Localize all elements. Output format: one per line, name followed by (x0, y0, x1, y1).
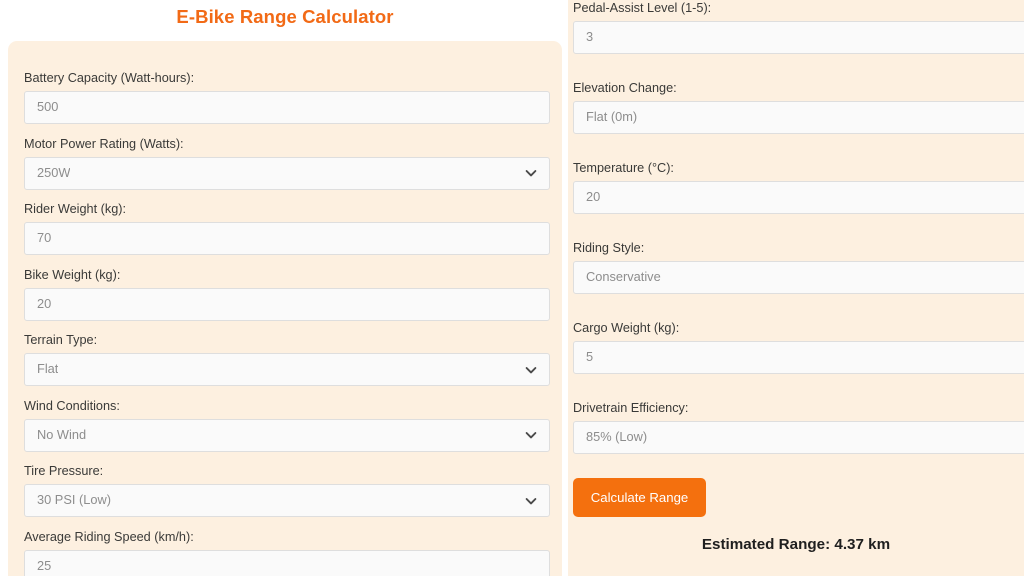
value-tire-pressure: 30 PSI (Low) (37, 494, 111, 507)
label-temperature-c: Temperature (°C): (573, 161, 674, 175)
label-average-riding-speed-km-h: Average Riding Speed (km/h): (24, 529, 194, 544)
field-drivetrain-efficiency: Drivetrain Efficiency: 85% (Low) (573, 400, 1024, 454)
field-terrain-type: Terrain Type: Flat (24, 332, 550, 386)
input-average-riding-speed-km-h[interactable]: 25 (24, 549, 550, 576)
label-cargo-weight-kg: Cargo Weight (kg): (573, 321, 680, 335)
page-title: E-Bike Range Calculator (176, 6, 394, 27)
label-riding-style: Riding Style: (573, 241, 645, 255)
label-terrain-type: Terrain Type: (24, 333, 98, 347)
field-tire-pressure: Tire Pressure: 30 PSI (Low) (24, 463, 550, 517)
label-pedal-assist-level-1-5: Pedal-Assist Level (1-5): (573, 1, 712, 15)
field-elevation-change: Elevation Change: Flat (0m) (573, 80, 1024, 134)
value-battery-capacity-watt-hours: 500 (37, 101, 59, 114)
chevron-down-icon[interactable] (524, 363, 538, 377)
value-drivetrain-efficiency: 85% (Low) (586, 431, 648, 444)
value-rider-weight-kg: 70 (37, 232, 52, 245)
calculate-range-button[interactable]: Calculate Range (573, 478, 706, 517)
label-tire-pressure: Tire Pressure: (24, 464, 104, 478)
label-battery-capacity-watt-hours: Battery Capacity (Watt-hours): (24, 71, 195, 85)
left-form-panel: Battery Capacity (Watt-hours): 500 Motor P… (8, 41, 562, 576)
label-rider-weight-kg: Rider Weight (kg): (24, 202, 127, 216)
value-temperature-c: 20 (586, 191, 601, 204)
ebike-range-calculator-app: E-Bike Range Calculator Battery Capacity… (0, 0, 1024, 576)
value-wind-conditions: No Wind (37, 428, 87, 442)
field-wind-conditions: Wind Conditions: No Wind (24, 398, 550, 452)
label-wind-conditions: Wind Conditions: (24, 398, 120, 413)
select-tire-pressure[interactable]: 30 PSI (Low) (24, 484, 550, 517)
value-pedal-assist-level-1-5: 3 (586, 31, 594, 44)
chevron-down-icon[interactable] (524, 428, 538, 442)
select-wind-conditions[interactable]: No Wind (24, 418, 550, 452)
select-elevation-change[interactable]: Flat (0m) (573, 101, 1024, 134)
value-cargo-weight-kg: 5 (586, 351, 594, 364)
field-pedal-assist-level-1-5: Pedal-Assist Level (1-5): 3 (573, 0, 1024, 54)
value-bike-weight-kg: 20 (37, 297, 52, 311)
field-average-riding-speed-km-h: Average Riding Speed (km/h): 25 (24, 529, 550, 576)
input-pedal-assist-level-1-5[interactable]: 3 (573, 21, 1024, 54)
chevron-down-icon[interactable] (524, 166, 538, 180)
field-motor-power-rating-watts: Motor Power Rating (Watts): 250W (24, 136, 550, 190)
input-bike-weight-kg[interactable]: 20 (24, 287, 550, 321)
input-rider-weight-kg[interactable]: 70 (24, 222, 550, 255)
field-cargo-weight-kg: Cargo Weight (kg): 5 (573, 320, 1024, 374)
value-average-riding-speed-km-h: 25 (37, 559, 52, 573)
value-riding-style: Conservative (586, 271, 661, 284)
input-cargo-weight-kg[interactable]: 5 (573, 341, 1024, 374)
label-drivetrain-efficiency: Drivetrain Efficiency: (573, 401, 689, 415)
select-drivetrain-efficiency[interactable]: 85% (Low) (573, 421, 1024, 454)
field-riding-style: Riding Style: Conservative (573, 240, 1024, 294)
field-temperature-c: Temperature (°C): 20 (573, 160, 1024, 214)
field-battery-capacity-watt-hours: Battery Capacity (Watt-hours): 500 (24, 70, 550, 124)
value-elevation-change: Flat (0m) (586, 111, 638, 124)
field-rider-weight-kg: Rider Weight (kg): 70 (24, 201, 550, 255)
label-bike-weight-kg: Bike Weight (kg): (24, 267, 121, 282)
input-battery-capacity-watt-hours[interactable]: 500 (24, 91, 550, 124)
value-terrain-type: Flat (37, 363, 59, 376)
estimated-range-result: Estimated Range: 4.37 km (701, 536, 891, 553)
select-motor-power-rating-watts[interactable]: 250W (24, 156, 550, 190)
chevron-down-icon[interactable] (524, 494, 538, 508)
select-terrain-type[interactable]: Flat (24, 353, 550, 386)
value-motor-power-rating-watts: 250W (37, 166, 71, 180)
field-bike-weight-kg: Bike Weight (kg): 20 (24, 267, 550, 321)
label-motor-power-rating-watts: Motor Power Rating (Watts): (24, 136, 184, 151)
label-elevation-change: Elevation Change: (573, 81, 677, 95)
select-riding-style[interactable]: Conservative (573, 261, 1024, 294)
input-temperature-c[interactable]: 20 (573, 181, 1024, 214)
